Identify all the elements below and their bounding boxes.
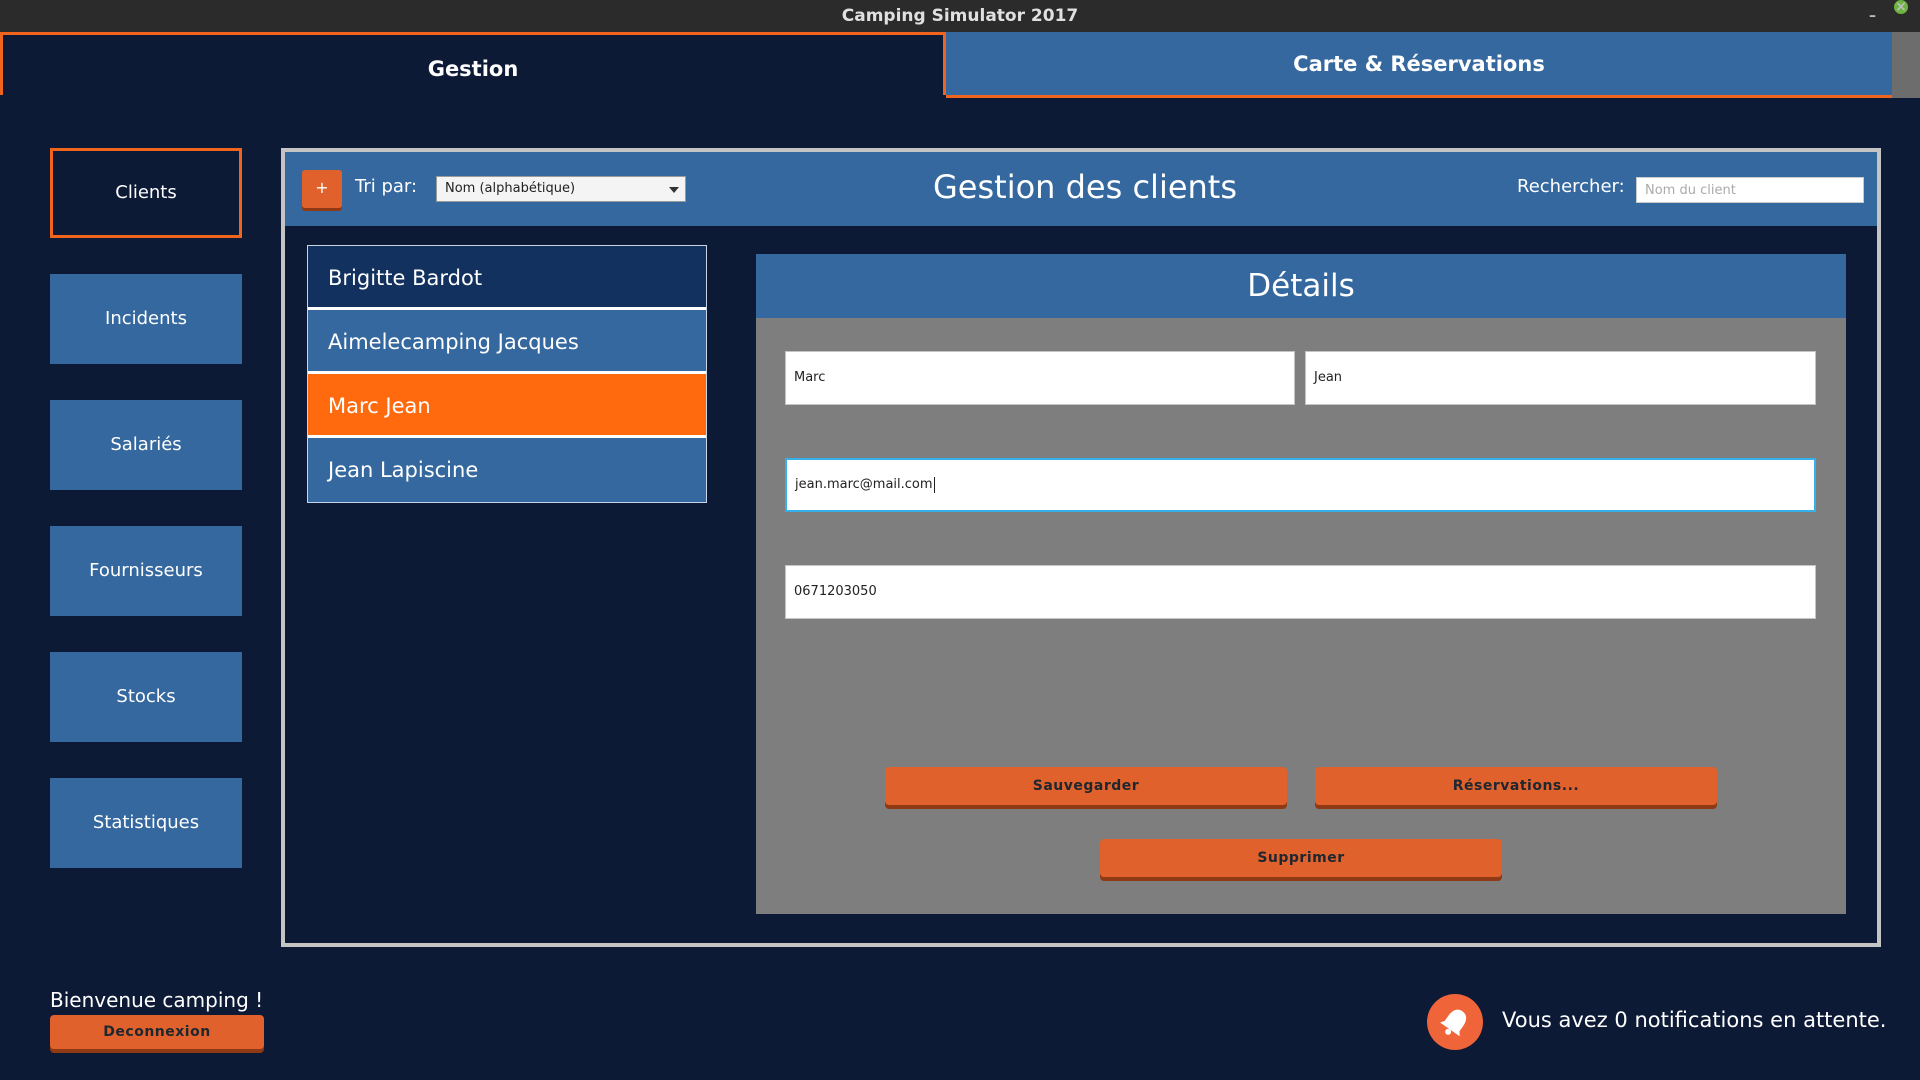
minimize-button[interactable]: – — [1869, 0, 1876, 32]
panel-header: + Tri par: Nom (alphabétique) Gestion de… — [285, 152, 1877, 226]
email-field[interactable]: jean.marc@mail.com — [785, 458, 1816, 512]
save-button[interactable]: Sauvegarder — [885, 767, 1287, 805]
last-name-value: Jean — [1314, 370, 1343, 385]
window-title: Camping Simulator 2017 — [841, 6, 1079, 26]
sidebar-item-clients[interactable]: Clients — [50, 148, 242, 238]
close-button[interactable]: × — [1894, 0, 1908, 14]
first-name-field[interactable]: Marc — [785, 351, 1295, 405]
reservations-button[interactable]: Réservations... — [1315, 767, 1717, 805]
chevron-down-icon — [669, 187, 679, 193]
phone-value: 0671203050 — [794, 584, 877, 599]
logout-button[interactable]: Deconnexion — [50, 1015, 264, 1049]
phone-field[interactable]: 0671203050 — [785, 565, 1816, 619]
sidebar-item-stocks[interactable]: Stocks — [50, 652, 242, 742]
email-value: jean.marc@mail.com — [795, 477, 933, 492]
notifications-text: Vous avez 0 notifications en attente. — [1502, 1008, 1887, 1032]
list-item[interactable]: Jean Lapiscine — [308, 438, 706, 502]
client-management-panel: + Tri par: Nom (alphabétique) Gestion de… — [281, 148, 1881, 947]
title-bar: Camping Simulator 2017 – × — [0, 0, 1920, 32]
tab-carte-reservations[interactable]: Carte & Réservations — [946, 32, 1892, 98]
list-item-selected[interactable]: Marc Jean — [308, 374, 706, 438]
add-client-button[interactable]: + — [302, 170, 342, 208]
list-item[interactable]: Brigitte Bardot — [308, 246, 706, 310]
bell-icon[interactable] — [1427, 994, 1483, 1050]
last-name-field[interactable]: Jean — [1305, 351, 1816, 405]
welcome-text: Bienvenue camping ! — [50, 988, 264, 1012]
tab-gestion[interactable]: Gestion — [0, 32, 946, 95]
sidebar-item-salaries[interactable]: Salariés — [50, 400, 242, 490]
list-item[interactable]: Aimelecamping Jacques — [308, 310, 706, 374]
page-title: Gestion des clients — [932, 168, 1238, 206]
details-panel: Détails Marc Jean jean.marc@mail.com 067… — [756, 254, 1846, 914]
text-caret — [933, 476, 935, 493]
delete-button[interactable]: Supprimer — [1100, 839, 1502, 877]
details-title: Détails — [756, 254, 1846, 318]
window-edge-strip — [1892, 32, 1920, 98]
client-list: Brigitte Bardot Aimelecamping Jacques Ma… — [307, 245, 707, 503]
sidebar-item-statistiques[interactable]: Statistiques — [50, 778, 242, 868]
sort-label: Tri par: — [355, 176, 418, 197]
sort-select[interactable]: Nom (alphabétique) — [436, 176, 686, 202]
search-input[interactable] — [1636, 177, 1864, 203]
first-name-value: Marc — [794, 370, 826, 385]
sort-select-value: Nom (alphabétique) — [445, 181, 576, 196]
search-label: Rechercher: — [1517, 176, 1625, 197]
sidebar-item-fournisseurs[interactable]: Fournisseurs — [50, 526, 242, 616]
sidebar-item-incidents[interactable]: Incidents — [50, 274, 242, 364]
